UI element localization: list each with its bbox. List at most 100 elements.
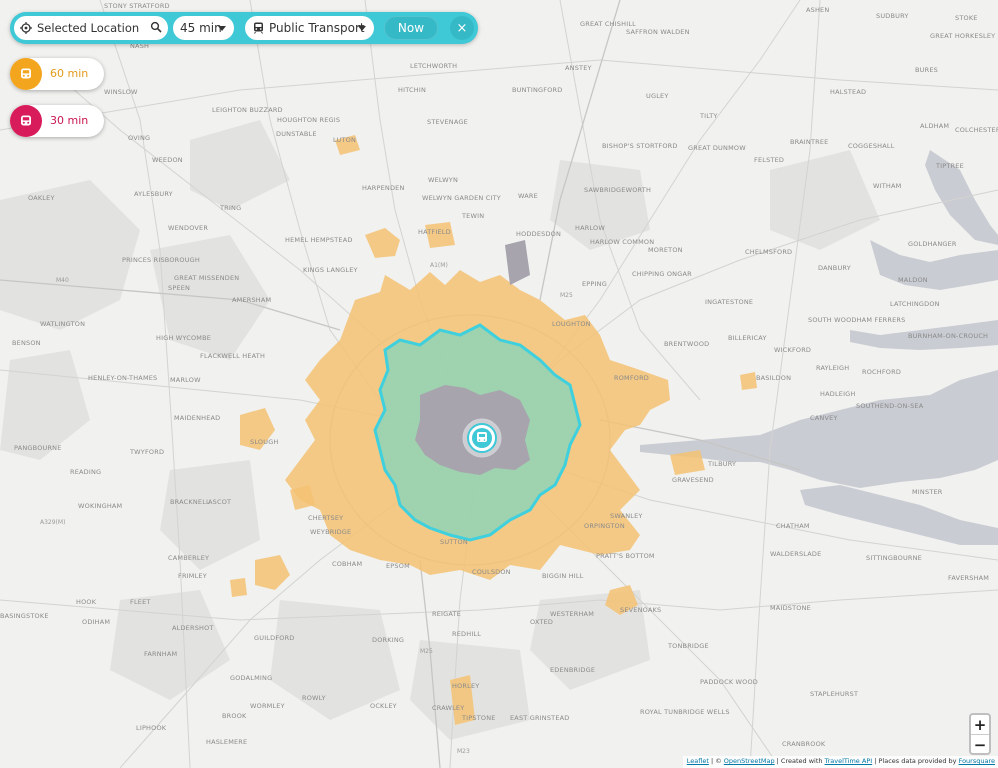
place-label: COULSDON bbox=[472, 568, 511, 576]
foursquare-link[interactable]: Foursquare bbox=[959, 757, 995, 765]
map-attribution: Leaflet | © OpenStreetMap | Created with… bbox=[682, 756, 998, 768]
place-label: SPEEN bbox=[168, 284, 190, 292]
place-label: AYLESBURY bbox=[134, 190, 173, 198]
legend-30min-label: 30 min bbox=[50, 114, 89, 127]
zoom-out-button[interactable]: − bbox=[971, 735, 989, 754]
place-label: GODALMING bbox=[230, 674, 272, 682]
osm-link[interactable]: OpenStreetMap bbox=[724, 757, 775, 765]
zoom-in-button[interactable]: + bbox=[971, 715, 989, 735]
place-label: OAKLEY bbox=[28, 194, 55, 202]
place-label: BASILDON bbox=[756, 374, 791, 382]
place-label: FLEET bbox=[130, 598, 151, 606]
place-label: HENLEY-ON-THAMES bbox=[88, 374, 157, 382]
place-label: LATCHINGDON bbox=[890, 300, 940, 308]
location-input[interactable]: Selected Location bbox=[14, 16, 168, 40]
travel-time-select[interactable]: 45 min bbox=[173, 16, 234, 40]
place-label: BRAINTREE bbox=[790, 138, 828, 146]
place-label: BUNTINGFORD bbox=[512, 86, 562, 94]
map-canvas[interactable]: STONY STRATFORD ASHENSUDBURY STOKENASHGREA… bbox=[0, 0, 998, 768]
place-label: PANGBOURNE bbox=[14, 444, 62, 452]
search-icon[interactable] bbox=[150, 21, 162, 33]
place-label: READING bbox=[70, 468, 101, 476]
attribution-text: | Places data provided by bbox=[872, 757, 959, 765]
close-button[interactable]: × bbox=[450, 16, 474, 40]
place-label: ANSTEY bbox=[565, 64, 592, 72]
place-label: SAFFRON WALDEN bbox=[626, 28, 690, 36]
transport-mode-value: Public Transport bbox=[269, 21, 365, 35]
svg-text:A1(M): A1(M) bbox=[430, 262, 448, 269]
place-label: GUILDFORD bbox=[254, 634, 295, 642]
now-button[interactable]: Now bbox=[384, 16, 438, 40]
place-label: DUNSTABLE bbox=[276, 130, 317, 138]
place-label: BRACKNELL bbox=[170, 498, 210, 506]
place-label: DORKING bbox=[372, 636, 404, 644]
place-label: KINGS LANGLEY bbox=[303, 266, 358, 274]
place-label: STAPLEHURST bbox=[810, 690, 858, 698]
place-label: MAIDSTONE bbox=[770, 604, 811, 612]
train-icon bbox=[10, 105, 42, 137]
place-label: HATFIELD bbox=[418, 228, 451, 236]
svg-text:M25: M25 bbox=[560, 292, 573, 299]
place-label: AMERSHAM bbox=[232, 296, 271, 304]
zoom-control: + − bbox=[969, 713, 991, 755]
place-label: SWANLEY bbox=[610, 512, 643, 520]
place-label: HORLEY bbox=[452, 682, 479, 690]
place-label: HADLEIGH bbox=[820, 390, 856, 398]
place-label: ORPINGTON bbox=[584, 522, 625, 530]
place-label: MARLOW bbox=[170, 376, 201, 384]
svg-text:M40: M40 bbox=[56, 277, 69, 284]
place-label: HARPENDEN bbox=[362, 184, 405, 192]
place-label: WEYBRIDGE bbox=[310, 528, 351, 536]
place-label: TONBRIDGE bbox=[667, 642, 709, 650]
origin-marker[interactable] bbox=[462, 418, 502, 458]
place-label: MORETON bbox=[648, 246, 683, 254]
place-label: HOOK bbox=[76, 598, 97, 606]
location-label: Selected Location bbox=[37, 21, 140, 35]
place-label: ALDERSHOT bbox=[172, 624, 214, 632]
place-label: GOLDHANGER bbox=[908, 240, 957, 248]
place-label: SEVENOAKS bbox=[620, 606, 661, 614]
place-label: REIGATE bbox=[432, 610, 461, 618]
legend-30min[interactable]: 30 min bbox=[10, 105, 104, 137]
transport-mode-select[interactable]: Public Transport bbox=[245, 16, 374, 40]
place-label: COLCHESTER bbox=[955, 126, 998, 134]
attribution-text: | © bbox=[708, 757, 724, 765]
place-label: FLACKWELL HEATH bbox=[200, 352, 265, 360]
search-toolbar: Selected Location 45 min Public Transpor… bbox=[10, 12, 478, 44]
place-label: PRATT'S BOTTOM bbox=[596, 552, 655, 560]
place-label: GREAT CHISHILL bbox=[580, 20, 636, 28]
place-label: FAVERSHAM bbox=[948, 574, 989, 582]
place-label: OVING bbox=[128, 134, 150, 142]
place-label: ODIHAM bbox=[82, 618, 110, 626]
place-label: WOKINGHAM bbox=[78, 502, 122, 510]
place-label: CAMBERLEY bbox=[168, 554, 209, 562]
train-icon bbox=[10, 58, 42, 90]
place-label: BENSON bbox=[12, 339, 41, 347]
place-label: TIPSTONE bbox=[461, 714, 496, 722]
place-label: FRIMLEY bbox=[178, 572, 207, 580]
legend-60min-label: 60 min bbox=[50, 67, 89, 80]
place-label: BROOK bbox=[222, 712, 247, 720]
legend-60min[interactable]: 60 min bbox=[10, 58, 104, 90]
place-label: CHATHAM bbox=[776, 522, 810, 530]
place-label: TILBURY bbox=[707, 460, 736, 468]
leaflet-link[interactable]: Leaflet bbox=[687, 757, 709, 765]
svg-text:A329(M): A329(M) bbox=[40, 519, 65, 526]
place-label: WELWYN bbox=[428, 176, 458, 184]
place-label: WARE bbox=[518, 192, 538, 200]
place-label: TEWIN bbox=[461, 212, 484, 220]
place-label: HODDESDON bbox=[516, 230, 561, 238]
place-label: HARLOW bbox=[575, 224, 605, 232]
place-label: OCKLEY bbox=[370, 702, 397, 710]
place-label: BASINGSTOKE bbox=[0, 612, 49, 620]
place-label: EPSOM bbox=[386, 562, 410, 570]
train-icon bbox=[254, 22, 263, 34]
place-label: HITCHIN bbox=[398, 86, 426, 94]
place-label: WATLINGTON bbox=[40, 320, 85, 328]
place-label: GREAT HORKESLEY bbox=[930, 32, 995, 40]
place-label: ROYAL TUNBRIDGE WELLS bbox=[640, 708, 730, 716]
traveltime-link[interactable]: TravelTime API bbox=[825, 757, 873, 765]
place-label: BRENTWOOD bbox=[664, 340, 709, 348]
place-label: REDHILL bbox=[452, 630, 481, 638]
place-label: STONY STRATFORD bbox=[104, 2, 170, 10]
